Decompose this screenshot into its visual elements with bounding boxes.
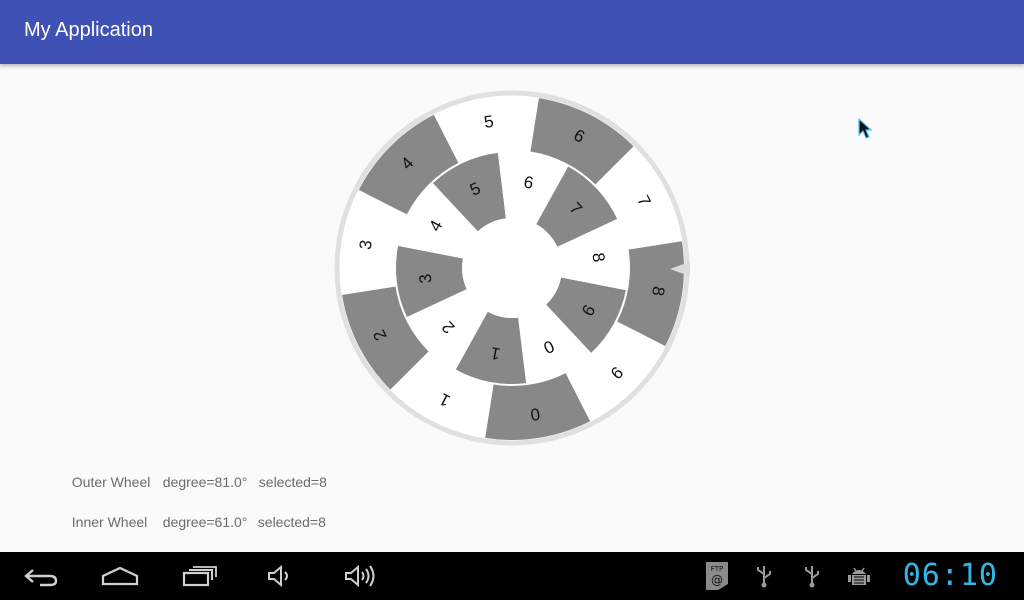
android-debug-icon [848, 564, 870, 593]
app-bar: My Application [0, 0, 1024, 64]
recents-icon [182, 566, 217, 587]
home-icon [101, 566, 139, 586]
inner-wheel-label: Inner Wheel [71, 514, 148, 530]
outer-wheel-degree: degree=81.0° [162, 474, 248, 490]
volume-up-icon [345, 564, 375, 588]
status-clock: 06:10 [902, 558, 998, 593]
outer-wheel-label: Outer Wheel [71, 474, 151, 490]
wheel-widget[interactable]: 8901234567 9012345678 [334, 90, 690, 446]
inner-wheel-degree: degree=61.0° [162, 514, 248, 530]
back-icon [24, 569, 58, 587]
usb-debug-icon [802, 564, 822, 593]
volume-up-button[interactable] [336, 552, 384, 600]
inner-wheel-selected: selected=8 [257, 514, 326, 530]
back-button[interactable] [16, 552, 64, 600]
system-nav-bar: FTP @ 06:10 [0, 552, 1024, 600]
outer-wheel-selected: selected=8 [258, 474, 327, 490]
wheel-canvas[interactable]: 8901234567 9012345 678 [334, 90, 690, 446]
outer-wheel-info: Outer Wheel degree=81.0° selected=8 [64, 458, 327, 490]
ftp-text: FTP [711, 565, 723, 573]
ftp-server-icon: FTP @ [704, 560, 730, 597]
recents-button[interactable] [176, 552, 224, 600]
mouse-cursor-icon [858, 117, 874, 145]
usb-icon [754, 564, 774, 593]
volume-down-icon [268, 564, 288, 588]
home-button[interactable] [96, 552, 144, 600]
inner-wheel-info: Inner Wheel degree=61.0° selected=8 [64, 498, 326, 530]
app-title: My Application [24, 19, 153, 41]
volume-down-button[interactable] [256, 552, 304, 600]
svg-text:@: @ [711, 573, 723, 587]
wheel-hub [462, 218, 562, 318]
